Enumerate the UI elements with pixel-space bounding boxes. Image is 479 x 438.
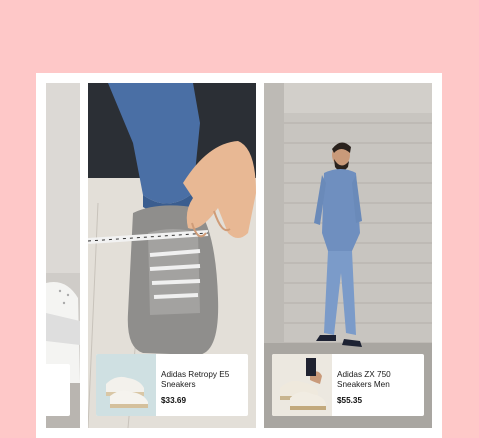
- product-price: $55.35: [337, 396, 363, 405]
- sneaker-icon: [272, 354, 332, 416]
- product-name[interactable]: Adidas ZX 750 Sneakers Men: [337, 370, 420, 390]
- sneaker-icon: [96, 354, 156, 416]
- product-tile[interactable]: Adidas ZX 750 Sneakers Men $55.35: [272, 354, 424, 416]
- product-price: $33.69: [161, 396, 187, 405]
- video-card[interactable]: Adidas ZX 750 Sneakers Men $55.35: [264, 83, 432, 428]
- video-card[interactable]: Adidas Retropy E5 Sneakers $33.69: [88, 83, 256, 428]
- product-thumbnail: [96, 354, 156, 416]
- video-carousel: Adidas Retropy E5 Sneakers $33.69 Adidas…: [36, 73, 442, 438]
- product-tile[interactable]: Adidas Retropy E5 Sneakers $33.69: [96, 354, 248, 416]
- product-name[interactable]: Adidas Retropy E5 Sneakers: [161, 370, 244, 390]
- product-thumbnail: [272, 354, 332, 416]
- product-tile-partial[interactable]: [46, 364, 70, 416]
- video-card-partial[interactable]: [46, 83, 80, 428]
